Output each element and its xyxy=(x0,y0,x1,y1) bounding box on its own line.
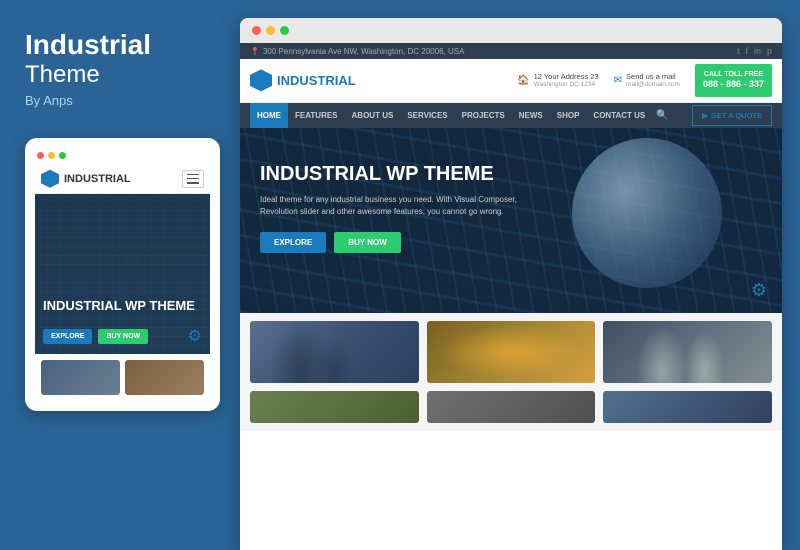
hero-content: INDUSTRIAL WP THEME Ideal theme for any … xyxy=(240,128,782,268)
address-line2: Washington DC 1234 xyxy=(534,81,599,88)
close-button-dot[interactable] xyxy=(252,26,261,35)
mobile-header: INDUSTRIAL xyxy=(35,165,210,194)
mobile-dot-yellow xyxy=(48,152,55,159)
card-image-4[interactable] xyxy=(250,391,419,423)
site-header: INDUSTRIAL 🏠 12 Your Address 23 Washingt… xyxy=(240,59,782,103)
get-quote-button[interactable]: ▶ GET A QUOTE xyxy=(692,105,772,126)
card-image-3[interactable] xyxy=(603,321,772,383)
hamburger-line-3 xyxy=(187,182,199,183)
site-nav: HOME FEATURES ABOUT US SERVICES PROJECTS… xyxy=(240,103,782,128)
mobile-card-2 xyxy=(125,360,204,395)
brand-title: Industrial xyxy=(25,30,215,61)
mobile-explore-button[interactable]: EXPLORE xyxy=(43,329,92,344)
browser-window-controls xyxy=(252,26,289,35)
call-button[interactable]: CALL TOLL FREE 088 - 886 - 337 xyxy=(695,64,772,97)
pinterest-icon[interactable]: p xyxy=(767,46,772,56)
nav-item-shop[interactable]: SHOP xyxy=(550,103,587,128)
brand-sub: Theme xyxy=(25,61,215,89)
mobile-hamburger-button[interactable] xyxy=(182,170,204,188)
topbar-address-text: 300 Pennsylvania Ave NW, Washington, DC … xyxy=(263,47,464,56)
mobile-logo-icon xyxy=(41,170,59,188)
header-info: 🏠 12 Your Address 23 Washington DC 1234 … xyxy=(517,64,772,97)
email-icon: ✉ xyxy=(614,75,622,86)
hero-title: INDUSTRIAL WP THEME xyxy=(260,163,762,186)
site-topbar: 📍 300 Pennsylvania Ave NW, Washington, D… xyxy=(240,43,782,59)
call-number: 088 - 886 - 337 xyxy=(703,79,764,91)
call-label: CALL TOLL FREE xyxy=(703,70,764,79)
card-image-6[interactable] xyxy=(603,391,772,423)
mobile-logo-text: INDUSTRIAL xyxy=(64,173,131,185)
email-value: mail@domain.com xyxy=(626,81,680,88)
minimize-button-dot[interactable] xyxy=(266,26,275,35)
nav-item-home[interactable]: HOME xyxy=(250,103,288,128)
twitter-icon[interactable]: t xyxy=(737,46,740,56)
mobile-dot-red xyxy=(37,152,44,159)
card-image-1[interactable] xyxy=(250,321,419,383)
nav-item-contact[interactable]: CONTACT US xyxy=(586,103,652,128)
hamburger-line-2 xyxy=(187,178,199,179)
mobile-dot-green xyxy=(59,152,66,159)
cards-section xyxy=(240,313,782,391)
by-author: By Anps xyxy=(25,93,215,108)
mobile-buynow-button[interactable]: BUY NOW xyxy=(98,329,148,344)
email-label: Send us a mail xyxy=(626,72,680,81)
hero-description: Ideal theme for any industrial business … xyxy=(260,194,520,218)
site-content: 📍 300 Pennsylvania Ave NW, Washington, D… xyxy=(240,43,782,547)
mobile-card-1 xyxy=(41,360,120,395)
card-image-5[interactable] xyxy=(427,391,596,423)
topbar-social: t f in p xyxy=(737,46,772,56)
mobile-cards xyxy=(35,354,210,401)
nav-item-features[interactable]: FEATURES xyxy=(288,103,345,128)
nav-item-about[interactable]: ABOUT US xyxy=(345,103,401,128)
linkedin-icon[interactable]: in xyxy=(754,46,761,56)
facebook-icon[interactable]: f xyxy=(745,46,748,56)
header-address: 🏠 12 Your Address 23 Washington DC 1234 xyxy=(517,72,599,88)
gear-icon[interactable]: ⚙ xyxy=(188,326,202,346)
mobile-window-dots xyxy=(35,148,210,165)
hamburger-line-1 xyxy=(187,174,199,175)
maximize-button-dot[interactable] xyxy=(280,26,289,35)
browser-chrome xyxy=(240,18,782,43)
nav-item-projects[interactable]: PROJECTS xyxy=(455,103,512,128)
nav-item-services[interactable]: SERVICES xyxy=(400,103,454,128)
topbar-address: 📍 300 Pennsylvania Ave NW, Washington, D… xyxy=(250,47,464,56)
hero-buynow-button[interactable]: BUY NOW xyxy=(334,232,401,253)
cards-section-2 xyxy=(240,391,782,431)
home-icon: 🏠 xyxy=(517,75,529,86)
search-icon[interactable]: 🔍 xyxy=(652,105,672,125)
hero-gear-icon[interactable]: ⚙ xyxy=(751,280,767,301)
browser-window: 📍 300 Pennsylvania Ave NW, Washington, D… xyxy=(240,18,782,550)
header-email: ✉ Send us a mail mail@domain.com xyxy=(614,72,680,88)
site-logo-text: INDUSTRIAL xyxy=(277,73,356,88)
mobile-hero-title: INDUSTRIAL WP THEME xyxy=(43,298,195,314)
location-icon: 📍 xyxy=(250,47,260,56)
card-image-2[interactable] xyxy=(427,321,596,383)
mobile-hero-buttons: EXPLORE BUY NOW xyxy=(43,329,148,344)
site-logo: INDUSTRIAL xyxy=(250,69,356,91)
mobile-logo: INDUSTRIAL xyxy=(41,170,131,188)
left-sidebar: Industrial Theme By Anps INDUSTRIAL INDU… xyxy=(0,0,240,550)
nav-item-news[interactable]: NEWS xyxy=(512,103,550,128)
hero-explore-button[interactable]: EXPLORE xyxy=(260,232,326,253)
hero-buttons: EXPLORE BUY NOW xyxy=(260,232,762,253)
site-hero: INDUSTRIAL WP THEME Ideal theme for any … xyxy=(240,128,782,313)
site-logo-icon xyxy=(250,69,272,91)
mobile-hero: INDUSTRIAL WP THEME EXPLORE BUY NOW ⚙ xyxy=(35,194,210,354)
mobile-mockup: INDUSTRIAL INDUSTRIAL WP THEME EXPLORE B… xyxy=(25,138,220,411)
address-line1: 12 Your Address 23 xyxy=(534,72,599,81)
